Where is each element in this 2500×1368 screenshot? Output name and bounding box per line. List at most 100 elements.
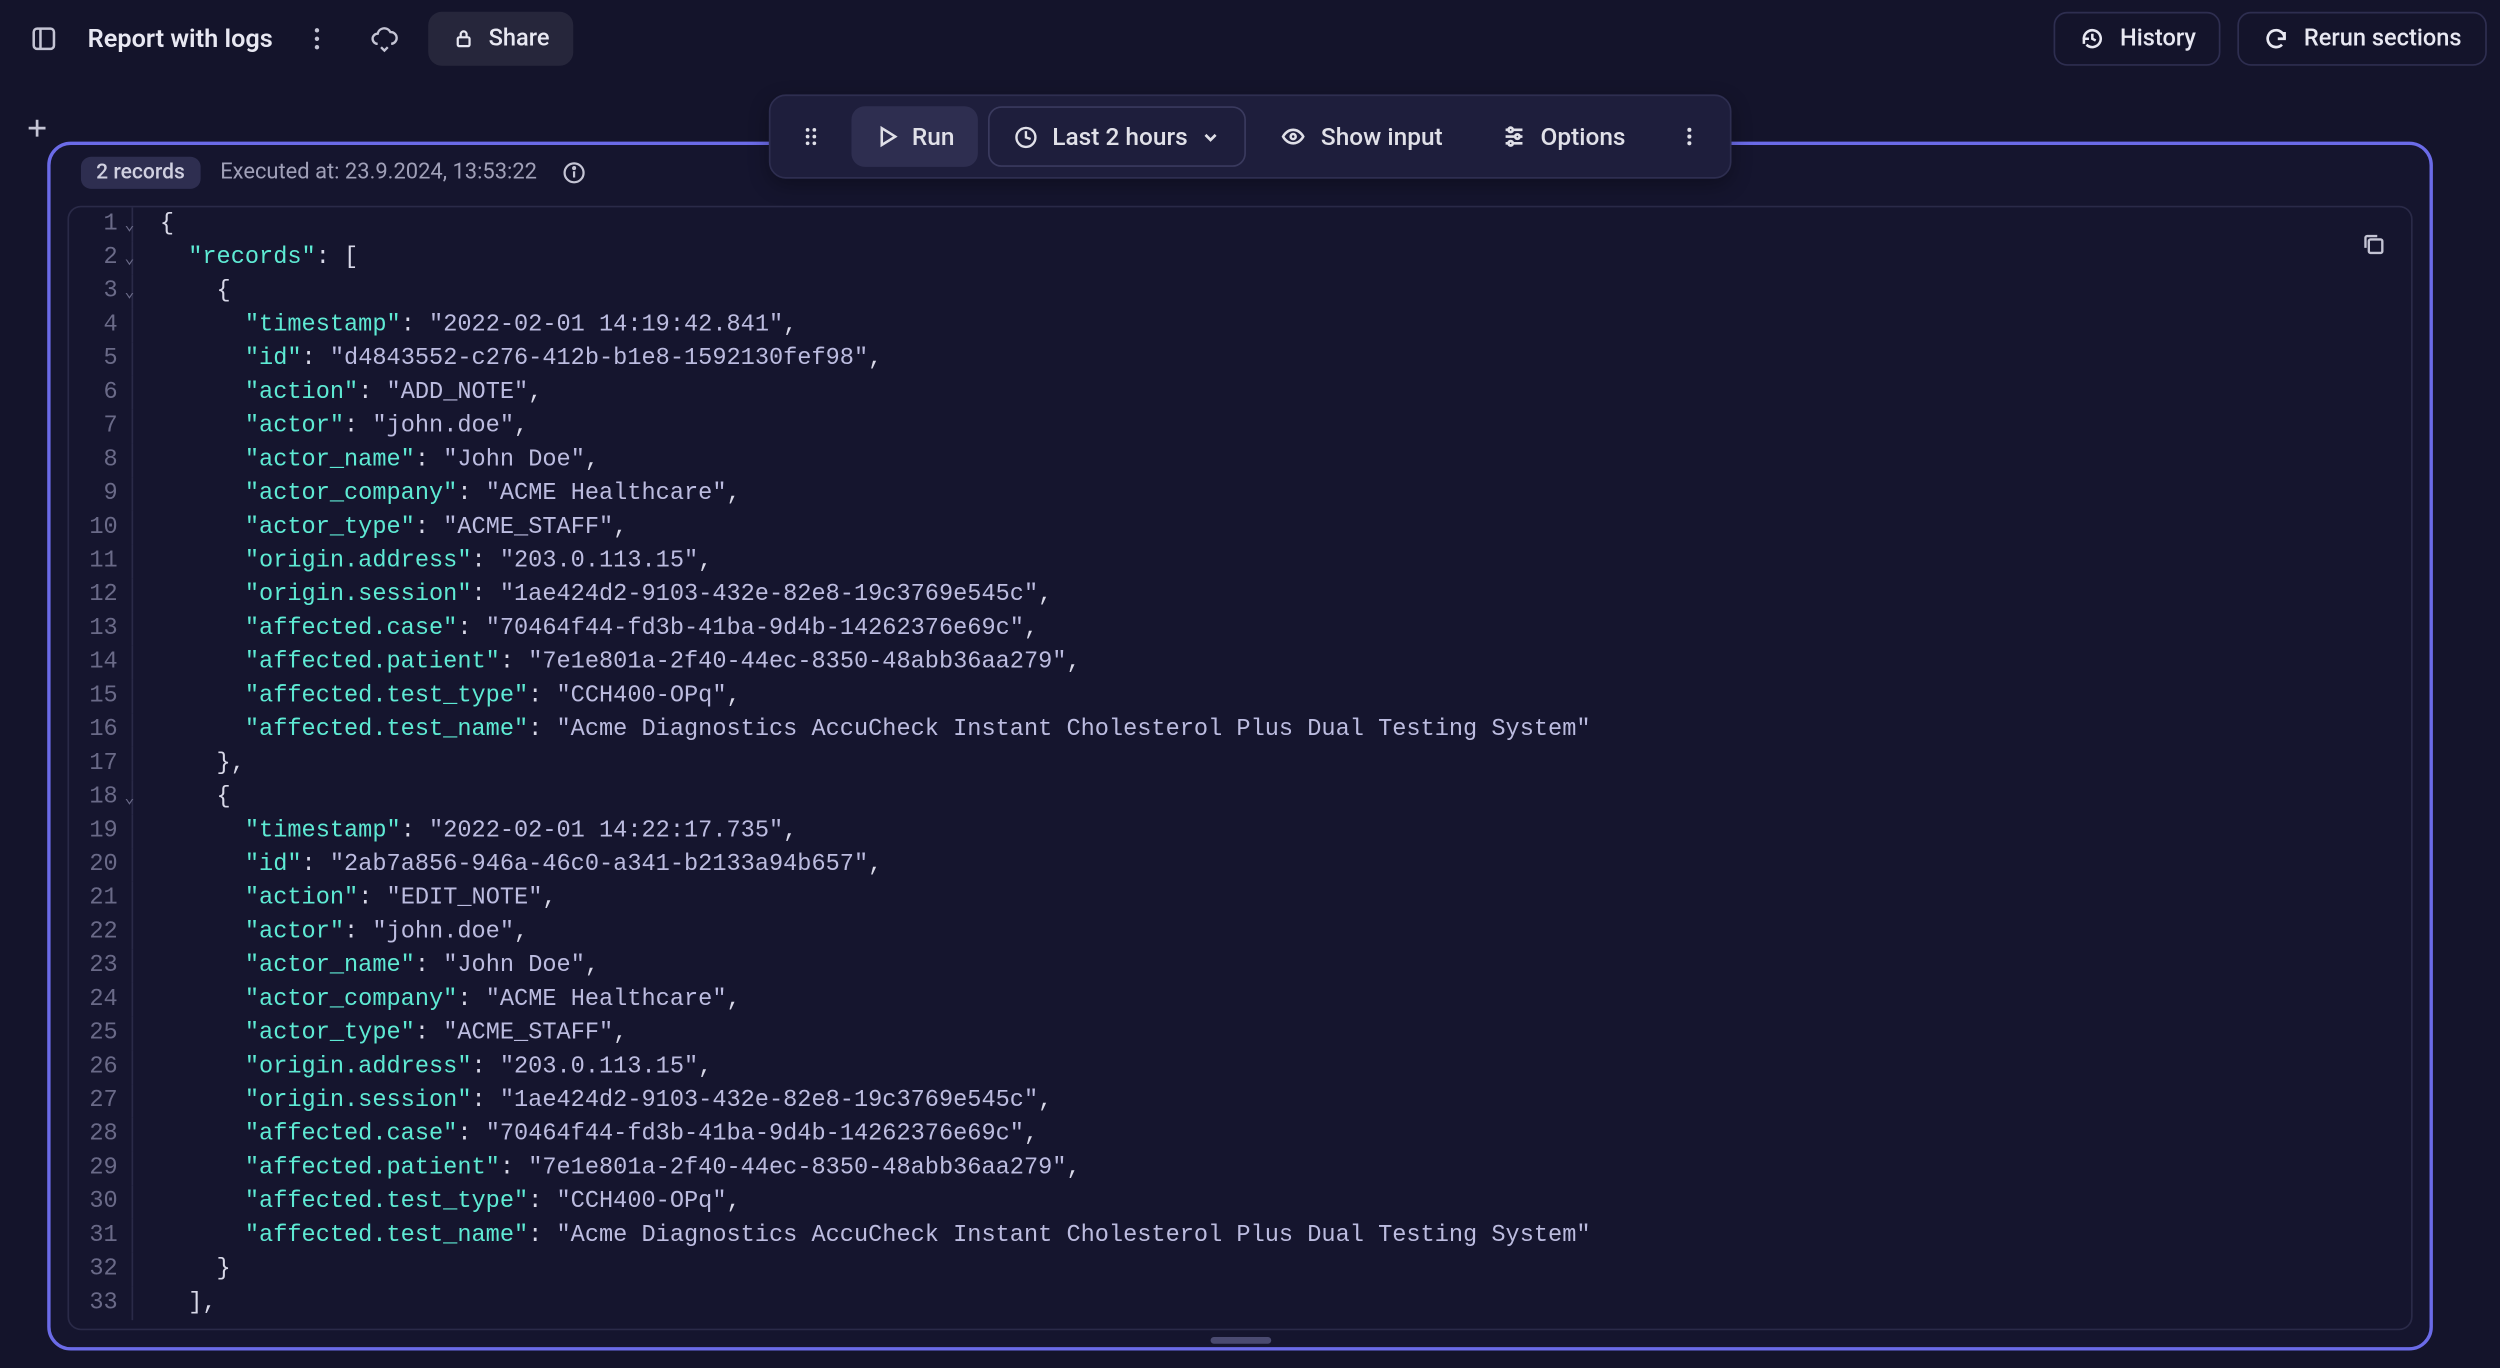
code-line: { [132,275,1591,309]
code-line: "origin.address": "203.0.113.15", [132,1050,1591,1084]
run-toolbar: Run Last 2 hours Show input Options [769,94,1732,178]
code-line: "affected.test_type": "CCH400-OPq", [132,1185,1591,1219]
line-number: 21 [69,882,132,916]
line-number: 8 [69,443,132,477]
code-line: "affected.patient": "7e1e801a-2f40-44ec-… [132,646,1591,680]
fold-chevron-icon[interactable]: ⌄ [124,244,134,278]
code-line: "affected.case": "70464f44-fd3b-41ba-9d4… [132,1118,1591,1152]
code-line: "actor_company": "ACME Healthcare", [132,477,1591,511]
line-number: 27 [69,1084,132,1118]
line-number: 32 [69,1253,132,1287]
code-line: "affected.test_name": "Acme Diagnostics … [132,713,1591,747]
history-button[interactable]: History [2054,12,2221,66]
show-input-button[interactable]: Show input [1257,106,1466,167]
line-number: 1⌄ [69,207,132,241]
timeframe-label: Last 2 hours [1052,122,1187,151]
line-number: 12 [69,578,132,612]
top-bar: Report with logs Share History Rerun sec… [0,0,2500,78]
code-line: "id": "2ab7a856-946a-46c0-a341-b2133a94b… [132,848,1591,882]
line-number: 16 [69,713,132,747]
fold-chevron-icon[interactable]: ⌄ [124,278,134,312]
line-number: 15 [69,679,132,713]
top-bar-left: Report with logs Share [20,12,573,66]
code-line: "records": [ [132,241,1591,275]
line-number: 26 [69,1050,132,1084]
more-vertical-icon[interactable] [293,15,340,62]
executed-at-text: Executed at: 23.9.2024, 13:53:22 [220,159,537,184]
line-number: 22 [69,915,132,949]
share-button[interactable]: Share [428,12,573,66]
line-number: 7 [69,410,132,444]
chevron-down-icon [1201,126,1221,146]
code-line: "id": "d4843552-c276-412b-b1e8-1592130fe… [132,342,1591,376]
options-label: Options [1541,122,1626,151]
code-line: } [132,1253,1591,1287]
code-line: "actor": "john.doe", [132,410,1591,444]
clock-icon [1013,124,1038,149]
line-number: 9 [69,477,132,511]
line-number: 14 [69,646,132,680]
code-scroll[interactable]: 1⌄{2⌄ "records": [3⌄ {4 "timestamp": "20… [69,207,2411,1328]
refresh-icon [2263,25,2290,52]
rerun-button[interactable]: Rerun sections [2238,12,2487,66]
line-number: 10 [69,511,132,545]
code-line: "action": "EDIT_NOTE", [132,882,1591,916]
line-number: 5 [69,342,132,376]
share-label: Share [489,25,550,52]
results-panel: 2 records Executed at: 23.9.2024, 13:53:… [47,142,2433,1351]
line-number: 11 [69,545,132,579]
line-number: 33 [69,1286,132,1320]
line-number: 28 [69,1118,132,1152]
line-number: 25 [69,1017,132,1051]
line-number: 2⌄ [69,241,132,275]
line-number: 20 [69,848,132,882]
code-viewer: 1⌄{2⌄ "records": [3⌄ {4 "timestamp": "20… [67,206,2412,1331]
line-number: 23 [69,949,132,983]
code-line: "origin.session": "1ae424d2-9103-432e-82… [132,1084,1591,1118]
code-line: "action": "ADD_NOTE", [132,376,1591,410]
line-number: 29 [69,1152,132,1186]
line-number: 18⌄ [69,781,132,815]
record-count-badge: 2 records [81,156,200,188]
page-title: Report with logs [88,24,273,54]
toolbar-more-icon[interactable] [1659,106,1720,167]
code-line: "actor_type": "ACME_STAFF", [132,1017,1591,1051]
code-line: "origin.address": "203.0.113.15", [132,545,1591,579]
code-line: "affected.case": "70464f44-fd3b-41ba-9d4… [132,612,1591,646]
drag-handle-icon[interactable] [780,106,841,167]
copy-button[interactable] [2350,221,2397,268]
code-line: "actor": "john.doe", [132,915,1591,949]
code-line: "actor_name": "John Doe", [132,443,1591,477]
resize-handle[interactable] [1210,1337,1271,1344]
timeframe-dropdown[interactable]: Last 2 hours [988,106,1247,167]
code-line: { [132,781,1591,815]
options-button[interactable]: Options [1476,106,1649,167]
panel-toggle-icon[interactable] [20,15,67,62]
code-line: { [132,207,1591,241]
code-line: "actor_type": "ACME_STAFF", [132,511,1591,545]
sliders-icon [1500,123,1527,150]
info-icon[interactable] [557,155,591,189]
history-label: History [2120,25,2196,52]
line-number: 13 [69,612,132,646]
fold-chevron-icon[interactable]: ⌄ [124,784,134,818]
cloud-sync-icon[interactable] [360,15,407,62]
line-number: 3⌄ [69,275,132,309]
run-button[interactable]: Run [851,106,978,167]
code-line: "timestamp": "2022-02-01 14:22:17.735", [132,814,1591,848]
lock-icon [452,27,476,51]
play-icon [875,125,899,149]
code-line: "origin.session": "1ae424d2-9103-432e-82… [132,578,1591,612]
rerun-label: Rerun sections [2304,25,2462,52]
fold-chevron-icon[interactable]: ⌄ [124,211,134,245]
code-line: "affected.test_type": "CCH400-OPq", [132,679,1591,713]
history-icon [2079,25,2106,52]
code-line: "actor_name": "John Doe", [132,949,1591,983]
line-number: 30 [69,1185,132,1219]
code-line: "actor_company": "ACME Healthcare", [132,983,1591,1017]
show-input-label: Show input [1321,122,1443,151]
top-bar-right: History Rerun sections [2054,12,2487,66]
line-number: 6 [69,376,132,410]
eye-icon [1280,123,1307,150]
line-number: 31 [69,1219,132,1253]
